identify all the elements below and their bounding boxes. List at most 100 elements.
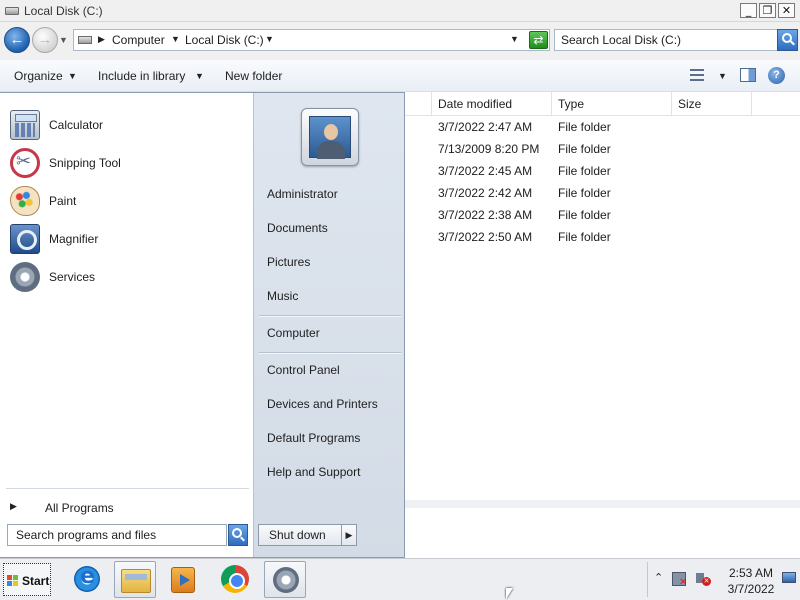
notification-area: ⌃ ✕ ✕ 2:53 AM 3/7/2022	[647, 562, 798, 597]
all-programs-button[interactable]: ▶ All Programs	[10, 497, 248, 519]
file-list: 3/7/2022 2:47 AM File folder 7/13/2009 8:…	[405, 116, 800, 248]
divider	[259, 352, 401, 353]
taskbar-app-internet-explorer[interactable]	[66, 561, 108, 598]
breadcrumb-arrow-icon[interactable]: ▼	[265, 34, 274, 44]
search-icon[interactable]	[228, 524, 248, 546]
program-label: Calculator	[49, 118, 104, 132]
place-documents[interactable]: Documents	[267, 221, 328, 235]
type-cell: File folder	[558, 164, 611, 178]
type-cell: File folder	[558, 142, 611, 156]
taskbar-app-chrome[interactable]	[214, 561, 256, 598]
chevron-down-icon: ▼	[68, 71, 77, 81]
title-bar: Local Disk (C:) _ ❐ ✕	[0, 0, 800, 22]
command-bar: Organize ▼ Include in library ▼ New fold…	[0, 60, 800, 92]
shut-down-button[interactable]: Shut down	[258, 524, 342, 546]
type-cell: File folder	[558, 230, 611, 244]
address-dropdown-icon[interactable]: ▼	[510, 34, 519, 44]
back-button[interactable]: ←	[4, 27, 30, 53]
shut-down-options-icon[interactable]: ▶	[341, 524, 357, 546]
program-calculator[interactable]: Calculator	[8, 109, 248, 143]
arrow-right-icon: ▶	[10, 501, 17, 511]
program-snipping-tool[interactable]: Snipping Tool	[8, 147, 248, 181]
taskbar-app-windows-explorer[interactable]	[114, 561, 156, 598]
recent-pages-dropdown-icon[interactable]: ▼	[59, 35, 68, 45]
window-title: Local Disk (C:)	[24, 4, 103, 18]
include-in-library-button[interactable]: Include in library	[98, 69, 185, 83]
help-icon[interactable]: ?	[768, 67, 785, 84]
paint-icon	[10, 186, 40, 216]
taskbar: Start ⌃ ✕ ✕ 2:53 AM 3/7/2022	[0, 558, 800, 600]
breadcrumb-arrow-icon[interactable]: ▼	[171, 34, 180, 44]
program-magnifier[interactable]: Magnifier	[8, 223, 248, 257]
chrome-icon	[221, 565, 249, 593]
program-services[interactable]: Services	[8, 261, 248, 295]
place-devices-and-printers[interactable]: Devices and Printers	[267, 397, 378, 411]
services-icon	[273, 567, 299, 593]
breadcrumb-computer[interactable]: Computer	[112, 33, 165, 47]
horizontal-scrollbar[interactable]	[405, 500, 800, 508]
show-hidden-icons-icon[interactable]: ⌃	[654, 571, 663, 584]
place-control-panel[interactable]: Control Panel	[267, 363, 340, 377]
user-avatar[interactable]	[301, 108, 359, 166]
details-pane	[405, 508, 800, 558]
calculator-icon	[10, 110, 40, 140]
chevron-down-icon[interactable]: ▼	[718, 71, 727, 81]
search-icon[interactable]	[777, 29, 798, 51]
table-row[interactable]: 3/7/2022 2:38 AM File folder	[405, 204, 800, 226]
breadcrumb-arrow-icon[interactable]: ▶	[98, 34, 105, 45]
table-row[interactable]: 3/7/2022 2:47 AM File folder	[405, 116, 800, 138]
column-date-modified[interactable]: Date modified	[431, 92, 551, 116]
services-icon	[10, 262, 40, 292]
search-input[interactable]: Search Local Disk (C:)	[554, 29, 778, 51]
minimize-button[interactable]: _	[740, 3, 757, 18]
start-search-input[interactable]: Search programs and files	[7, 524, 227, 546]
column-extra[interactable]	[751, 92, 800, 116]
type-cell: File folder	[558, 186, 611, 200]
close-button[interactable]: ✕	[778, 3, 795, 18]
maximize-button[interactable]: ❐	[759, 3, 776, 18]
start-button[interactable]: Start	[3, 563, 51, 596]
forward-button[interactable]: →	[32, 27, 58, 53]
column-type[interactable]: Type	[551, 92, 671, 116]
media-player-icon	[171, 567, 195, 593]
table-row[interactable]: 3/7/2022 2:50 AM File folder	[405, 226, 800, 248]
type-cell: File folder	[558, 208, 611, 222]
address-bar[interactable]: ▶ Computer ▼ Local Disk (C:) ▼ ▼	[73, 29, 550, 51]
place-help-and-support[interactable]: Help and Support	[267, 465, 360, 479]
program-label: Magnifier	[49, 232, 99, 246]
change-view-icon[interactable]	[690, 69, 704, 81]
divider	[6, 488, 249, 489]
magnifier-icon	[10, 224, 40, 254]
taskbar-app-media-player[interactable]	[162, 561, 204, 598]
table-row[interactable]: 7/13/2009 8:20 PM File folder	[405, 138, 800, 160]
preview-pane-icon[interactable]	[740, 68, 756, 82]
internet-explorer-icon	[74, 564, 100, 592]
show-desktop-icon[interactable]	[782, 572, 796, 583]
drive-icon	[78, 36, 92, 44]
place-pictures[interactable]: Pictures	[267, 255, 310, 269]
organize-button[interactable]: Organize	[14, 69, 63, 83]
breadcrumb-local-disk[interactable]: Local Disk (C:)	[185, 33, 264, 47]
column-size[interactable]: Size	[671, 92, 751, 116]
date-cell: 3/7/2022 2:45 AM	[438, 164, 533, 178]
program-label: Snipping Tool	[49, 156, 121, 170]
start-menu-programs-pane: Calculator Snipping Tool Paint Magnifier…	[0, 93, 253, 557]
new-folder-button[interactable]: New folder	[225, 69, 282, 83]
clock-time[interactable]: 2:53 AM	[726, 566, 776, 580]
place-administrator[interactable]: Administrator	[267, 187, 338, 201]
refresh-button[interactable]: ⇄	[529, 31, 548, 49]
program-label: Paint	[49, 194, 77, 208]
table-row[interactable]: 3/7/2022 2:45 AM File folder	[405, 160, 800, 182]
taskbar-app-services[interactable]	[264, 561, 306, 598]
start-menu-places-pane: Administrator Documents Pictures Music C…	[253, 93, 404, 557]
program-paint[interactable]: Paint	[8, 185, 248, 219]
table-row[interactable]: 3/7/2022 2:42 AM File folder	[405, 182, 800, 204]
date-cell: 3/7/2022 2:38 AM	[438, 208, 533, 222]
place-computer[interactable]: Computer	[267, 326, 320, 340]
windows-logo-icon	[7, 575, 19, 587]
place-default-programs[interactable]: Default Programs	[267, 431, 360, 445]
column-header: Date modified Type Size	[405, 92, 800, 116]
place-music[interactable]: Music	[267, 289, 298, 303]
date-cell: 3/7/2022 2:50 AM	[438, 230, 533, 244]
clock-date[interactable]: 3/7/2022	[726, 582, 776, 596]
